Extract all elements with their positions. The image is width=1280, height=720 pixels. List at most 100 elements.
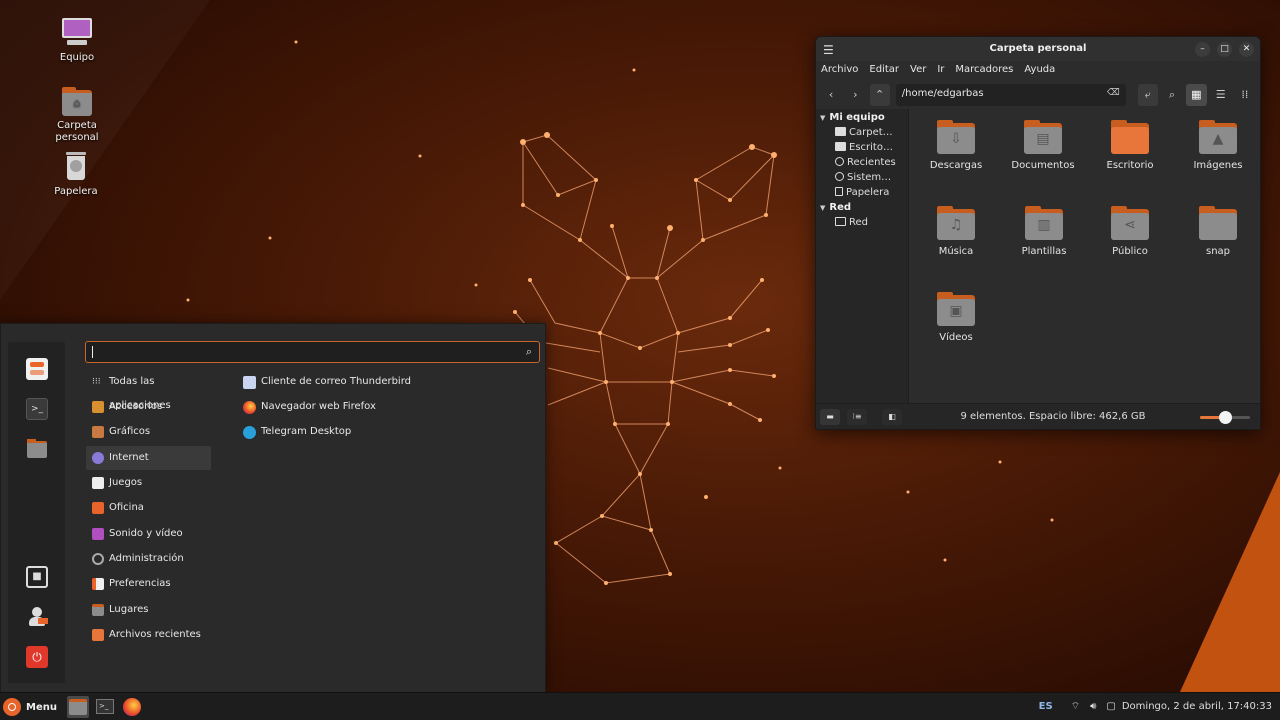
forward-icon[interactable]: ›	[845, 84, 865, 106]
app-telegram[interactable]: Telegram Desktop	[240, 420, 351, 444]
title-bar[interactable]: ☰ Carpeta personal – □ ✕	[816, 37, 1260, 61]
folder-plantillas[interactable]: ▥ Plantillas	[1005, 206, 1083, 257]
music-folder-icon: ♫	[937, 206, 975, 240]
sidebar-item-label: Sistem…	[847, 172, 892, 183]
power-icon[interactable]: ⏻	[26, 646, 48, 668]
folder-publico[interactable]: ⋖ Público	[1091, 206, 1169, 257]
search-icon[interactable]: ⌕	[1162, 84, 1182, 106]
category-label: Preferencias	[109, 578, 171, 589]
folder-icon	[835, 127, 846, 136]
desktop-icon-trash[interactable]: Papelera	[41, 151, 111, 198]
folder-snap[interactable]: snap	[1179, 206, 1257, 257]
terminal-favorite-icon[interactable]: >_	[26, 398, 48, 420]
sidebar-item-home[interactable]: Carpet…	[816, 125, 908, 140]
menu-button[interactable]: Menu	[3, 697, 57, 717]
search-icon[interactable]: ⌕	[526, 345, 532, 359]
toggle-location-icon[interactable]: ⤶	[1137, 84, 1158, 106]
keyboard-layout-indicator[interactable]: ES	[1039, 701, 1053, 712]
pictures-folder-icon: ▲	[1199, 120, 1237, 154]
close-button[interactable]: ✕	[1239, 42, 1254, 57]
recent-files-icon	[92, 629, 104, 641]
favorites-bar: >_ ■ ⏻	[8, 342, 65, 683]
toolbar: ‹ › ⌃ /home/edgarbas ⌫ ⤶ ⌕ ▦ ☰ ⁞⁞	[816, 81, 1260, 109]
text-caret	[92, 346, 93, 358]
category-sonido-video[interactable]: Sonido y vídeo	[86, 522, 211, 546]
documents-folder-icon: ▤	[1024, 120, 1062, 154]
sidebar: ▼ Mi equipo Carpet… Escrito… Recientes Si…	[816, 109, 909, 403]
folder-videos[interactable]: ▣ Vídeos	[917, 292, 995, 343]
desktop-icon-home[interactable]: ⌂ Carpeta personal	[42, 85, 112, 144]
start-menu: >_ ■ ⏻ ⌕ ⁝⁝⁝ Todas las aplicaciones Acces…	[0, 323, 546, 693]
expand-triangle-icon: ▼	[820, 114, 826, 122]
menu-ayuda[interactable]: Ayuda	[1024, 64, 1055, 78]
sidebar-item-desktop[interactable]: Escrito…	[816, 140, 908, 155]
sidebar-item-trash[interactable]: Papelera	[816, 185, 908, 200]
back-icon[interactable]: ‹	[821, 84, 841, 106]
sidebar-item-filesystem[interactable]: Sistem…	[816, 170, 908, 185]
volume-icon[interactable]: 🔊︎	[1090, 701, 1096, 712]
taskbar-files-button[interactable]	[67, 696, 89, 718]
app-thunderbird[interactable]: Cliente de correo Thunderbird	[240, 370, 411, 394]
list-view-icon[interactable]: ☰	[1211, 84, 1231, 106]
menu-archivo[interactable]: Archivo	[821, 64, 858, 78]
category-oficina[interactable]: Oficina	[86, 496, 211, 520]
folder-escritorio[interactable]: Escritorio	[1091, 120, 1169, 171]
menu-search-input[interactable]: ⌕	[85, 341, 540, 363]
category-accesorios[interactable]: Accesorios	[86, 395, 211, 419]
menu-ir[interactable]: Ir	[937, 64, 944, 78]
folder-imagenes[interactable]: ▲ Imágenes	[1179, 120, 1257, 171]
app-label: Cliente de correo Thunderbird	[261, 376, 411, 387]
category-lugares[interactable]: Lugares	[86, 598, 211, 622]
zoom-slider[interactable]	[1200, 411, 1250, 424]
files-favorite-icon[interactable]	[26, 438, 48, 460]
folder-descargas[interactable]: ⇩ Descargas	[917, 120, 995, 171]
file-manager-window: ☰ Carpeta personal – □ ✕ Archivo Editar …	[815, 36, 1261, 430]
sidebar-item-network[interactable]: Red	[816, 215, 908, 230]
menu-editar[interactable]: Editar	[869, 64, 899, 78]
menu-ver[interactable]: Ver	[910, 64, 926, 78]
notifications-icon[interactable]: ▢	[1106, 701, 1115, 712]
category-juegos[interactable]: Juegos	[86, 471, 211, 495]
mail-icon	[243, 376, 256, 389]
sidebar-item-label: Recientes	[847, 157, 896, 168]
sidebar-section-title: Mi equipo	[829, 112, 885, 123]
category-all[interactable]: ⁝⁝⁝ Todas las aplicaciones	[86, 370, 211, 411]
category-graficos[interactable]: Gráficos	[86, 420, 211, 444]
icon-view-icon[interactable]: ▦	[1186, 84, 1207, 106]
category-internet[interactable]: Internet	[86, 446, 211, 470]
lock-screen-icon[interactable]: ■	[26, 566, 48, 588]
clear-path-icon[interactable]: ⌫	[1107, 88, 1120, 98]
category-label: Accesorios	[109, 401, 163, 412]
grid-icon: ⁝⁝⁝	[92, 377, 101, 387]
office-icon	[92, 502, 104, 514]
sidebar-item-label: Escrito…	[849, 142, 893, 153]
sidebar-item-recent[interactable]: Recientes	[816, 155, 908, 170]
wifi-icon[interactable]: ⌔	[1071, 700, 1080, 713]
app-firefox[interactable]: Navegador web Firefox	[240, 395, 376, 419]
category-preferencias[interactable]: Preferencias	[86, 572, 211, 596]
taskbar-terminal-button[interactable]: >_	[94, 696, 116, 718]
folder-documentos[interactable]: ▤ Documentos	[1004, 120, 1082, 171]
desktop-icon	[835, 142, 846, 151]
sidebar-section-red[interactable]: ▼ Red	[816, 200, 908, 215]
minimize-button[interactable]: –	[1195, 42, 1210, 57]
desktop-icon-label: Carpeta personal	[55, 120, 99, 143]
settings-favorite-icon[interactable]	[26, 358, 48, 380]
category-administracion[interactable]: Administración	[86, 547, 211, 571]
multimedia-icon	[92, 528, 104, 540]
maximize-button[interactable]: □	[1217, 42, 1232, 57]
zoom-slider-knob[interactable]	[1219, 411, 1232, 424]
menu-marcadores[interactable]: Marcadores	[955, 64, 1013, 78]
desktop-icon-computer[interactable]: Equipo	[42, 17, 112, 64]
monitor-icon	[60, 17, 94, 49]
folder-musica[interactable]: ♫ Música	[917, 206, 995, 257]
compact-view-icon[interactable]: ⁞⁞	[1235, 84, 1255, 106]
logout-icon[interactable]	[26, 606, 48, 628]
up-icon[interactable]: ⌃	[869, 84, 890, 106]
sidebar-section-title: Red	[829, 202, 852, 213]
clock[interactable]: Domingo, 2 de abril, 17:40:33	[1122, 701, 1272, 712]
path-bar[interactable]: /home/edgarbas ⌫	[895, 84, 1126, 106]
sidebar-section-mi-equipo[interactable]: ▼ Mi equipo	[816, 110, 908, 125]
taskbar-firefox-button[interactable]	[121, 696, 143, 718]
category-archivos-recientes[interactable]: Archivos recientes	[86, 623, 211, 647]
